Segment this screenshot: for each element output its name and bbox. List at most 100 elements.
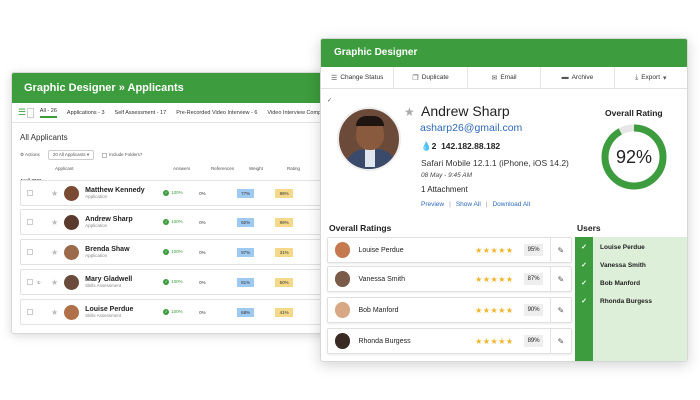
weight-badge: 81%	[237, 277, 255, 287]
check-icon: ✓	[327, 98, 333, 104]
applicant-tools: ⚙ Actions 20 All Applicants ▾ Include Fo…	[20, 150, 340, 160]
star-rating[interactable]: ★★★★★	[475, 246, 523, 255]
applicant-name: Andrew Sharp	[421, 103, 510, 119]
edit-icon[interactable]: ✎	[549, 297, 571, 323]
star-icon[interactable]: ★	[51, 308, 58, 317]
row-checkbox[interactable]	[27, 249, 33, 255]
avatar	[64, 244, 80, 260]
tab-all[interactable]: All - 26	[39, 108, 57, 118]
applicant-name[interactable]: Andrew Sharp	[85, 216, 163, 223]
user-item[interactable]: ✓ Bob Manford	[575, 274, 687, 292]
rating-percent: 95%	[524, 244, 543, 256]
references-value: 0%	[199, 279, 206, 285]
avatar	[64, 304, 80, 320]
rater-name: Bob Manford	[358, 306, 399, 314]
include-folders-checkbox[interactable]: Include Folders?	[102, 152, 142, 158]
star-icon[interactable]: ★	[51, 218, 58, 227]
answers-value: 100%	[171, 219, 183, 224]
applicant-stage: Skills Assessment	[85, 312, 122, 318]
rating-percent: 87%	[524, 273, 543, 285]
user-item[interactable]: ✓ Vanessa Smith	[575, 256, 687, 274]
tab-self-assessment[interactable]: Self Assessment - 17	[115, 110, 167, 116]
applicant-email-link[interactable]: asharp26@gmail.com	[420, 122, 522, 134]
rating-percent: 90%	[524, 304, 543, 316]
applicant-stage: Application	[85, 222, 108, 228]
applicant-photo	[337, 107, 401, 171]
attachment-links: Preview | Show All | Download All	[421, 201, 531, 208]
col-applicant: Applicant	[55, 166, 74, 171]
tab-video-interview[interactable]: Pre-Recorded Video Interview - 6	[176, 110, 257, 116]
applicant-name[interactable]: Brenda Shaw	[85, 246, 163, 253]
applicant-name[interactable]: Louise Perdue	[85, 306, 163, 313]
envelope-icon: ✉	[491, 74, 498, 82]
attachment-count: 1 Attachment	[421, 185, 468, 194]
references-value: 0%	[199, 309, 206, 315]
star-icon[interactable]: ★	[51, 248, 58, 257]
row-checkbox[interactable]	[27, 219, 33, 225]
user-item[interactable]: ✓ Louise Perdue	[575, 238, 687, 256]
rater-name: Rhonda Burgess	[358, 337, 411, 345]
references-value: 0%	[199, 249, 206, 255]
copy-icon: ❐	[412, 74, 419, 82]
answers-value: 100%	[171, 309, 183, 314]
user-item[interactable]: ✓ Rhonda Burgess	[575, 292, 687, 310]
rating-badge: 41%	[275, 307, 294, 317]
ip-count: 2	[431, 141, 437, 151]
actions-button[interactable]: ⚙ Actions	[20, 152, 40, 158]
applicant-name[interactable]: Mary Gladwell	[85, 276, 163, 283]
show-all-link[interactable]: Show All	[456, 201, 481, 208]
archive-button[interactable]: ▬ Archive	[541, 67, 615, 88]
edit-icon[interactable]: ✎	[549, 328, 571, 354]
rating-row: Louise Perdue ★★★★★ 95% ✎	[327, 237, 572, 263]
col-rating: Rating	[287, 166, 301, 171]
download-all-link[interactable]: Download All	[492, 201, 530, 208]
table-row[interactable]: ★ Louise Perdue Skills Assessment ✓ 100% 0…	[20, 299, 338, 325]
star-rating[interactable]: ★★★★★	[475, 306, 523, 315]
star-icon[interactable]: ★	[51, 189, 58, 198]
answers-value: 100%	[171, 190, 183, 195]
edit-icon[interactable]: ✎	[549, 237, 571, 263]
table-row[interactable]: ★ Andrew Sharp Application ✓ 100% 0% 92% 9…	[20, 209, 338, 235]
row-checkbox[interactable]	[27, 190, 33, 196]
col-references: References	[211, 166, 235, 171]
check-icon: ✓	[163, 309, 170, 315]
rating-badge: 31%	[275, 247, 294, 257]
rating-row: Vanessa Smith ★★★★★ 87% ✎	[327, 266, 572, 292]
weight-badge: 92%	[237, 217, 255, 227]
detail-toolbar: ☰ Change Status ❐ Duplicate ✉ Email ▬ Archiv…	[321, 67, 687, 89]
export-button[interactable]: ⤓ Export ▾	[615, 67, 687, 88]
applicants-window-title: Graphic Designer » Applicants	[12, 73, 340, 103]
preview-link[interactable]: Preview	[421, 201, 444, 208]
star-rating[interactable]: ★★★★★	[475, 275, 523, 284]
grid-view-toggle[interactable]	[26, 107, 34, 118]
avatar	[335, 271, 351, 287]
table-row[interactable]: ★ Brenda Shaw Application ✓ 100% 0% 97% 31…	[20, 239, 338, 265]
change-status-button[interactable]: ☰ Change Status	[321, 67, 395, 88]
duplicate-button[interactable]: ❐ Duplicate	[394, 67, 468, 88]
answers-value: 100%	[171, 279, 183, 284]
tab-applications[interactable]: Applications - 3	[67, 110, 105, 116]
applicant-name[interactable]: Matthew Kennedy	[85, 187, 163, 194]
list-view-icon[interactable]: ☰	[18, 107, 27, 118]
rater-name: Louise Perdue	[358, 246, 404, 254]
row-checkbox[interactable]	[27, 279, 33, 285]
star-icon[interactable]: ★	[51, 278, 58, 287]
check-icon: ✓	[163, 279, 170, 285]
col-answers: Answers	[173, 166, 191, 171]
avatar	[64, 214, 80, 230]
detail-window-title: Graphic Designer	[321, 39, 687, 67]
email-button[interactable]: ✉ Email	[468, 67, 542, 88]
edit-icon[interactable]: ✎	[549, 266, 571, 292]
drop-icon: 💧	[421, 141, 432, 151]
star-rating[interactable]: ★★★★★	[475, 337, 523, 346]
applicant-filter-select[interactable]: 20 All Applicants ▾	[47, 150, 95, 160]
row-checkbox[interactable]	[27, 309, 33, 315]
check-icon: ✓	[163, 249, 170, 255]
ip-info: 💧2 142.182.88.182	[421, 141, 500, 152]
table-row[interactable]: ① ★ Mary Gladwell Skills Assessment ✓ 100%…	[20, 269, 338, 295]
answers-value: 100%	[171, 249, 183, 254]
table-row[interactable]: ★ Matthew Kennedy Application ✓ 100% 0% 77…	[20, 180, 338, 206]
star-icon[interactable]: ★	[404, 105, 415, 119]
rater-name: Vanessa Smith	[358, 275, 405, 283]
avatar	[335, 302, 351, 318]
